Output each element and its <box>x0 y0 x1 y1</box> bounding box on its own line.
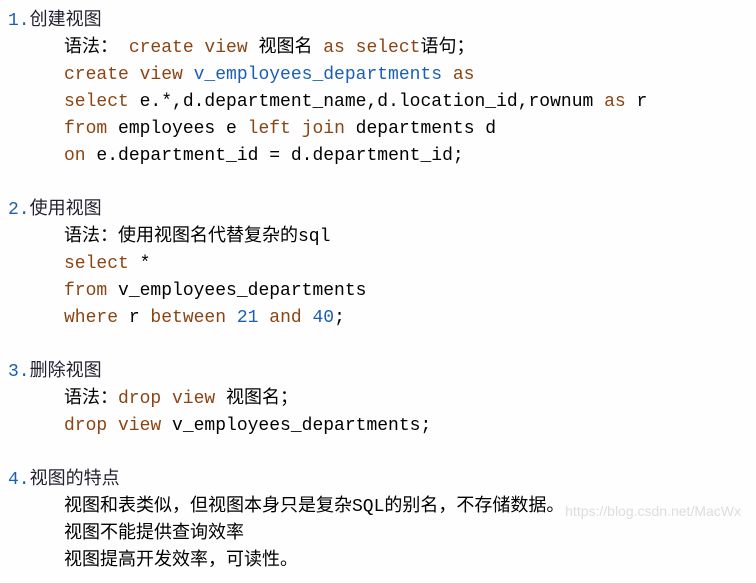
keyword: drop view <box>118 389 215 409</box>
text: 视图不能提供查询效率 <box>64 524 244 544</box>
text: e.department_id <box>86 146 270 166</box>
keyword: between <box>150 308 226 328</box>
syntax-label: 语法： <box>64 389 118 409</box>
code-line: drop view v_employees_departments; <box>8 413 748 440</box>
text: v_employees_departments <box>107 281 366 301</box>
keyword: where <box>64 308 118 328</box>
code-line: on e.department_id = d.department_id; <box>8 143 748 170</box>
text: r <box>118 308 150 328</box>
keyword: as <box>604 92 626 112</box>
blank-line <box>8 170 748 197</box>
text: 语句； <box>420 38 474 58</box>
code-line: where r between 21 and 40; <box>8 305 748 332</box>
symbol: = <box>269 146 280 166</box>
keyword: as <box>453 65 475 85</box>
identifier: v_employees_departments <box>183 65 453 85</box>
syntax-line: 语法：drop view 视图名； <box>8 386 748 413</box>
text: 视图名 <box>248 38 324 58</box>
section-number: 2. <box>8 200 30 220</box>
keyword: on <box>64 146 86 166</box>
section-title: 使用视图 <box>30 200 102 220</box>
syntax-label: 语法： <box>64 38 129 58</box>
keyword: as select <box>323 38 420 58</box>
keyword: from <box>64 119 107 139</box>
section-3-header: 3.删除视图 <box>8 359 748 386</box>
blank-line <box>8 332 748 359</box>
keyword: left join <box>248 119 345 139</box>
text: r <box>626 92 648 112</box>
text: 视图提高开发效率，可读性。 <box>64 551 298 571</box>
symbol: * <box>161 92 172 112</box>
paragraph: 视图不能提供查询效率 <box>8 521 748 548</box>
code-line: select e.*,d.department_name,d.location_… <box>8 89 748 116</box>
text: departments d <box>345 119 496 139</box>
watermark: https://blog.csdn.net/MacWx <box>565 501 741 522</box>
text: 视图和表类似，但视图本身只是复杂SQL的别名，不存储数据。 <box>64 497 564 517</box>
text: ,d.department_name,d.location_id,rownum <box>172 92 604 112</box>
text: ; <box>334 308 345 328</box>
keyword: and <box>269 308 301 328</box>
keyword: drop view <box>64 416 161 436</box>
section-4-header: 4.视图的特点 <box>8 467 748 494</box>
section-number: 3. <box>8 362 30 382</box>
text: e. <box>129 92 161 112</box>
section-title: 创建视图 <box>30 11 102 31</box>
section-1-header: 1.创建视图 <box>8 8 748 35</box>
text: v_employees_departments; <box>161 416 431 436</box>
number: 21 <box>226 308 269 328</box>
keyword: create view <box>64 65 183 85</box>
paragraph: 视图提高开发效率，可读性。 <box>8 548 748 575</box>
text: d.department_id; <box>280 146 464 166</box>
section-2-header: 2.使用视图 <box>8 197 748 224</box>
section-number: 4. <box>8 470 30 490</box>
section-title: 视图的特点 <box>30 470 120 490</box>
text: employees e <box>107 119 247 139</box>
code-line: select * <box>8 251 748 278</box>
section-title: 删除视图 <box>30 362 102 382</box>
keyword: select <box>64 254 129 274</box>
blank-line <box>8 440 748 467</box>
section-number: 1. <box>8 11 30 31</box>
syntax-line: 语法：使用视图名代替复杂的sql <box>8 224 748 251</box>
keyword: create view <box>129 38 248 58</box>
text: 视图名； <box>215 389 298 409</box>
keyword: from <box>64 281 107 301</box>
keyword: select <box>64 92 129 112</box>
code-line: from v_employees_departments <box>8 278 748 305</box>
syntax-label: 语法：使用视图名代替复杂的sql <box>64 227 330 247</box>
syntax-line: 语法： create view 视图名 as select语句； <box>8 35 748 62</box>
code-line: from employees e left join departments d <box>8 116 748 143</box>
symbol: * <box>129 254 151 274</box>
number: 40 <box>302 308 334 328</box>
code-line: create view v_employees_departments as <box>8 62 748 89</box>
